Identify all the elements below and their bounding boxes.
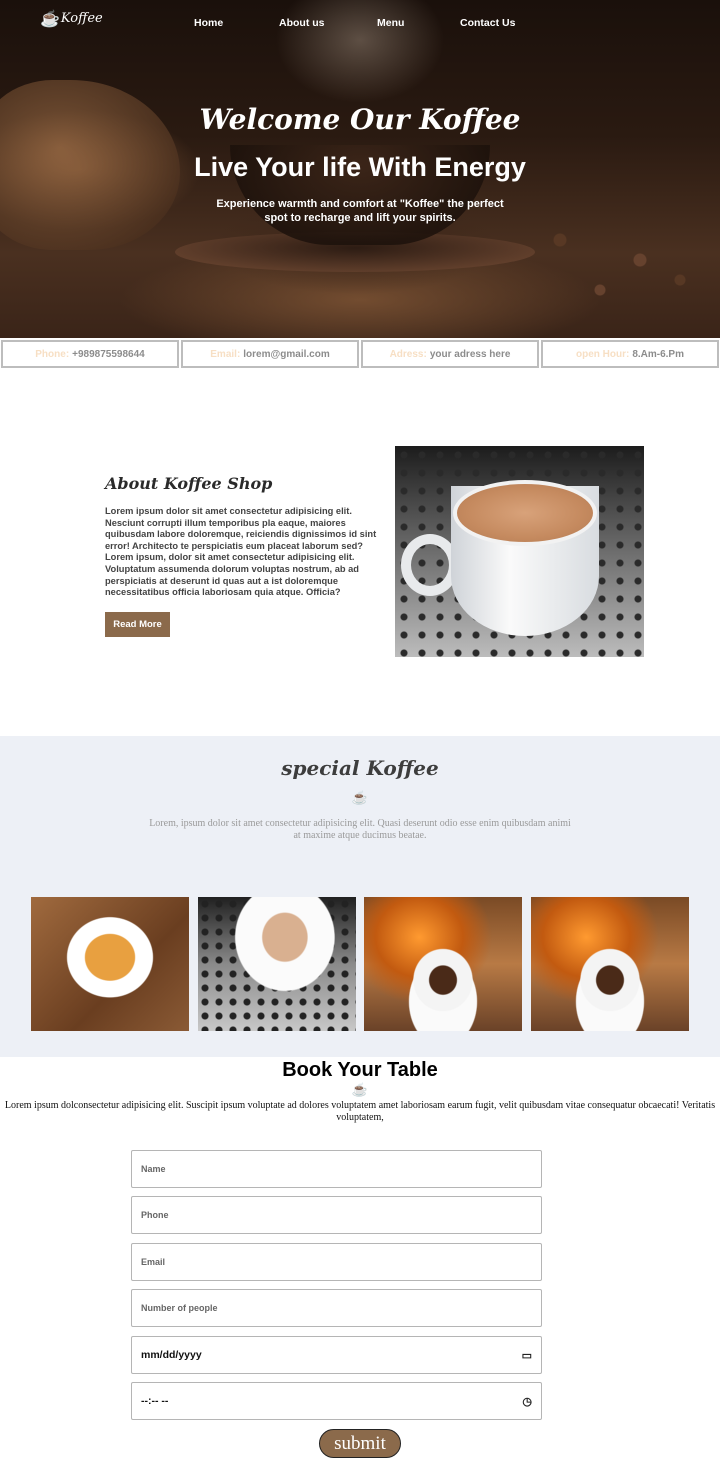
- info-value: +989875598644: [72, 348, 145, 360]
- info-phone: Phone: +989875598644: [1, 340, 179, 368]
- info-label: open Hour:: [575, 348, 630, 360]
- hero-section: ☕ Koffee Home About us Menu Contact Us W…: [0, 0, 720, 338]
- about-coffee-image: [395, 446, 644, 657]
- coffee-cup-icon: ☕: [40, 9, 60, 28]
- coffee-cup-icon: ☕: [351, 790, 369, 805]
- book-title: Book Your Table: [282, 1059, 438, 1081]
- email-field-wrapper: [131, 1243, 542, 1281]
- gallery-image-fireplace-coffee: [531, 897, 689, 1031]
- people-input[interactable]: [141, 1303, 532, 1313]
- info-address: Adress: your adress here: [361, 340, 539, 368]
- hero-subtitle: Live Your life With Energy: [194, 152, 526, 182]
- time-placeholder: --:-- --: [141, 1395, 169, 1407]
- contact-info-bar: Phone: +989875598644 Email: lorem@gmail.…: [0, 338, 720, 370]
- phone-input[interactable]: [141, 1210, 532, 1220]
- nav-home[interactable]: Home: [194, 17, 223, 29]
- navbar: ☕ Koffee Home About us Menu Contact Us: [0, 0, 720, 46]
- logo[interactable]: ☕ Koffee: [40, 9, 103, 28]
- date-placeholder: mm/dd/yyyy: [141, 1349, 202, 1361]
- special-section: special Koffee ☕ Lorem, ipsum dolor sit …: [0, 736, 720, 1057]
- special-title: special Koffee: [281, 756, 439, 780]
- gallery-image-fireplace-coffee: [364, 897, 522, 1031]
- info-label: Phone:: [35, 348, 70, 360]
- time-input[interactable]: --:-- -- ◷: [131, 1382, 542, 1420]
- nav-contact[interactable]: Contact Us: [460, 17, 515, 29]
- info-value: your adress here: [429, 348, 511, 360]
- clock-icon[interactable]: ◷: [522, 1395, 532, 1408]
- info-hours: open Hour: 8.Am-6.Pm: [541, 340, 719, 368]
- coffee-beans-image: [520, 210, 720, 310]
- about-text: Lorem ipsum dolor sit amet consectetur a…: [105, 506, 377, 598]
- about-title: About Koffee Shop: [105, 474, 273, 493]
- hero-title: Welcome Our Koffee: [199, 103, 521, 136]
- name-field-wrapper: [131, 1150, 542, 1188]
- gallery-image-espresso: [31, 897, 189, 1031]
- nav-menu[interactable]: Menu: [377, 17, 404, 29]
- gallery-image-latte: [198, 897, 356, 1031]
- info-value: lorem@gmail.com: [243, 348, 330, 360]
- submit-button[interactable]: submit: [319, 1429, 401, 1458]
- people-field-wrapper: [131, 1289, 542, 1327]
- info-email: Email: lorem@gmail.com: [181, 340, 359, 368]
- info-label: Adress:: [389, 348, 427, 360]
- info-value: 8.Am-6.Pm: [632, 348, 684, 360]
- read-more-button[interactable]: Read More: [105, 612, 170, 637]
- cup-foam: [453, 480, 597, 546]
- phone-field-wrapper: [131, 1196, 542, 1234]
- special-description: Lorem, ipsum dolor sit amet consectetur …: [149, 818, 571, 841]
- calendar-icon[interactable]: ▭: [522, 1349, 532, 1362]
- email-input[interactable]: [141, 1257, 532, 1267]
- nav-about[interactable]: About us: [279, 17, 325, 29]
- book-description: Lorem ipsum dolconsectetur adipisicing e…: [4, 1100, 716, 1123]
- hero-description: Experience warmth and comfort at "Koffee…: [216, 198, 504, 224]
- name-input[interactable]: [141, 1164, 532, 1174]
- info-label: Email:: [210, 348, 241, 360]
- logo-text: Koffee: [60, 11, 103, 26]
- coffee-cup-icon: ☕: [351, 1082, 369, 1097]
- date-input[interactable]: mm/dd/yyyy ▭: [131, 1336, 542, 1374]
